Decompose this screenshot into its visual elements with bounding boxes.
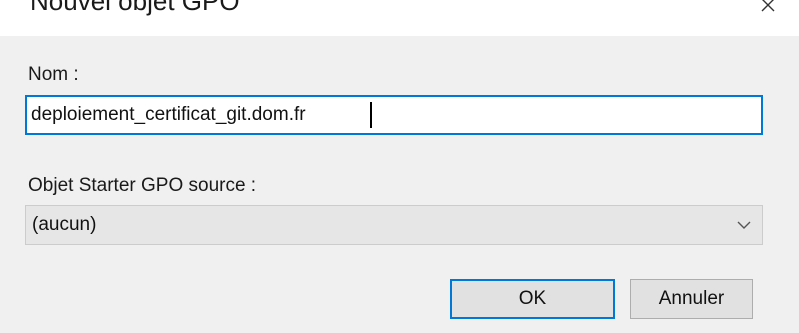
title-bar: Nouvel objet GPO: [0, 0, 799, 36]
name-input[interactable]: [25, 95, 763, 135]
starter-gpo-selected-value: (aucun): [32, 214, 97, 235]
gpo-dialog: Nouvel objet GPO Nom : Objet Starter GPO…: [0, 0, 799, 333]
starter-gpo-label: Objet Starter GPO source :: [28, 175, 257, 196]
ok-button[interactable]: OK: [450, 279, 615, 319]
cancel-button[interactable]: Annuler: [630, 279, 753, 319]
close-icon: [761, 0, 775, 12]
starter-gpo-select[interactable]: (aucun): [25, 205, 763, 245]
chevron-down-icon: [726, 206, 762, 244]
dialog-title: Nouvel objet GPO: [30, 0, 240, 16]
close-button[interactable]: [751, 0, 785, 16]
text-caret: [370, 102, 372, 128]
name-label: Nom :: [28, 64, 79, 85]
